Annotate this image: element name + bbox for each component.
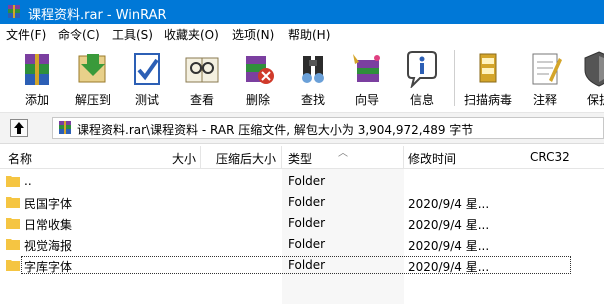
list-item-focused[interactable]: 字库字体 Folder 2020/9/4 星... bbox=[0, 255, 604, 276]
file-name: .. bbox=[24, 174, 32, 188]
title-bar[interactable]: 课程资料.rar - WinRAR bbox=[0, 0, 604, 24]
list-item[interactable]: 视觉海报 Folder 2020/9/4 星... bbox=[0, 234, 604, 255]
view-icon bbox=[185, 57, 219, 83]
window-title: 课程资料.rar - WinRAR bbox=[28, 8, 167, 23]
test-icon bbox=[134, 53, 160, 85]
column-type[interactable]: 类型 bbox=[288, 150, 312, 167]
add-archive-icon bbox=[25, 54, 49, 85]
path-field[interactable]: 课程资料.rar\课程资料 - RAR 压缩文件, 解包大小为 3,904,97… bbox=[52, 117, 604, 139]
file-list-header: 名称 大小 压缩后大小 ︿ 类型 修改时间 CRC32 bbox=[0, 146, 604, 169]
info-icon bbox=[407, 51, 437, 88]
file-list: .. Folder 民国字体 Folder 2020/9/4 星... 日常收集… bbox=[0, 169, 604, 304]
column-divider[interactable] bbox=[403, 146, 404, 168]
test-label: 测试 bbox=[134, 93, 159, 107]
comment-button[interactable]: 注释 bbox=[520, 48, 570, 108]
virus-scan-button[interactable]: 扫描病毒 bbox=[458, 48, 518, 108]
virus-scan-icon bbox=[479, 53, 497, 83]
menu-bar: 文件(F) 命令(C) 工具(S) 收藏夹(O) 选项(N) 帮助(H) bbox=[0, 24, 604, 44]
file-type: Folder bbox=[288, 237, 326, 251]
menu-tools[interactable]: 工具(S) bbox=[112, 26, 153, 43]
menu-options[interactable]: 选项(N) bbox=[232, 26, 274, 43]
delete-label: 删除 bbox=[245, 93, 270, 107]
menu-commands[interactable]: 命令(C) bbox=[58, 26, 100, 43]
column-size[interactable]: 大小 bbox=[172, 150, 196, 167]
wizard-label: 向导 bbox=[354, 93, 379, 107]
protect-icon bbox=[584, 51, 604, 87]
file-name: 字库字体 bbox=[24, 260, 73, 274]
up-one-level-button[interactable] bbox=[10, 119, 28, 137]
toolbar-separator bbox=[454, 50, 455, 106]
column-divider[interactable] bbox=[281, 146, 282, 168]
folder-icon bbox=[6, 176, 20, 187]
file-modified: 2020/9/4 星... bbox=[408, 197, 490, 211]
comment-icon bbox=[532, 53, 562, 85]
column-divider[interactable] bbox=[200, 146, 201, 168]
test-button[interactable]: 测试 bbox=[122, 48, 172, 108]
wizard-button[interactable]: 向导 bbox=[342, 48, 392, 108]
file-name: 民国字体 bbox=[24, 197, 73, 211]
view-button[interactable]: 查看 bbox=[176, 48, 228, 108]
file-modified: 2020/9/4 星... bbox=[408, 218, 490, 232]
view-label: 查看 bbox=[189, 93, 214, 107]
column-name[interactable]: 名称 bbox=[8, 150, 32, 167]
virus-scan-label: 扫描病毒 bbox=[463, 93, 512, 107]
folder-icon bbox=[6, 260, 20, 271]
menu-favorites[interactable]: 收藏夹(O) bbox=[164, 26, 219, 43]
winrar-app-icon bbox=[8, 5, 20, 18]
info-button[interactable]: 信息 bbox=[396, 48, 448, 108]
address-bar: 课程资料.rar\课程资料 - RAR 压缩文件, 解包大小为 3,904,97… bbox=[0, 113, 604, 144]
sort-ascending-icon: ︿ bbox=[338, 148, 348, 159]
column-modified[interactable]: 修改时间 bbox=[408, 150, 456, 167]
file-name: 视觉海报 bbox=[24, 239, 73, 253]
extract-to-icon bbox=[78, 54, 106, 83]
menu-file[interactable]: 文件(F) bbox=[6, 26, 46, 43]
folder-icon bbox=[6, 239, 20, 250]
file-type: Folder bbox=[288, 258, 326, 272]
column-crc32[interactable]: CRC32 bbox=[530, 150, 570, 164]
find-label: 查找 bbox=[300, 93, 325, 107]
column-packed-size[interactable]: 压缩后大小 bbox=[216, 150, 276, 167]
info-label: 信息 bbox=[409, 93, 434, 107]
delete-icon bbox=[246, 56, 274, 84]
extract-to-label: 解压到 bbox=[74, 93, 111, 107]
rar-archive-icon bbox=[59, 121, 71, 134]
delete-button[interactable]: 删除 bbox=[232, 48, 284, 108]
protect-button[interactable]: 保护 bbox=[574, 48, 604, 108]
file-type: Folder bbox=[288, 174, 326, 188]
list-item[interactable]: 日常收集 Folder 2020/9/4 星... bbox=[0, 213, 604, 234]
wizard-icon bbox=[353, 54, 380, 82]
file-modified: 2020/9/4 星... bbox=[408, 260, 490, 274]
folder-icon bbox=[6, 197, 20, 208]
add-label: 添加 bbox=[24, 93, 49, 107]
find-icon bbox=[302, 56, 324, 83]
arrow-up-icon bbox=[14, 122, 24, 134]
protect-label: 保护 bbox=[586, 93, 604, 107]
file-type: Folder bbox=[288, 216, 326, 230]
add-button[interactable]: 添加 bbox=[10, 48, 64, 108]
extract-to-button[interactable]: 解压到 bbox=[66, 48, 120, 108]
menu-help[interactable]: 帮助(H) bbox=[288, 26, 330, 43]
find-button[interactable]: 查找 bbox=[288, 48, 338, 108]
file-type: Folder bbox=[288, 195, 326, 209]
archive-path: 课程资料.rar\课程资料 - RAR 压缩文件, 解包大小为 3,904,97… bbox=[77, 123, 474, 137]
toolbar: 添加 解压到 测试 查看 删除 查找 向导 信息 扫描病毒 注释 保 bbox=[0, 44, 604, 113]
comment-label: 注释 bbox=[532, 93, 557, 107]
file-name: 日常收集 bbox=[24, 218, 73, 232]
file-modified: 2020/9/4 星... bbox=[408, 239, 490, 253]
list-item-parent[interactable]: .. Folder bbox=[0, 171, 604, 192]
folder-icon bbox=[6, 218, 20, 229]
list-item[interactable]: 民国字体 Folder 2020/9/4 星... bbox=[0, 192, 604, 213]
